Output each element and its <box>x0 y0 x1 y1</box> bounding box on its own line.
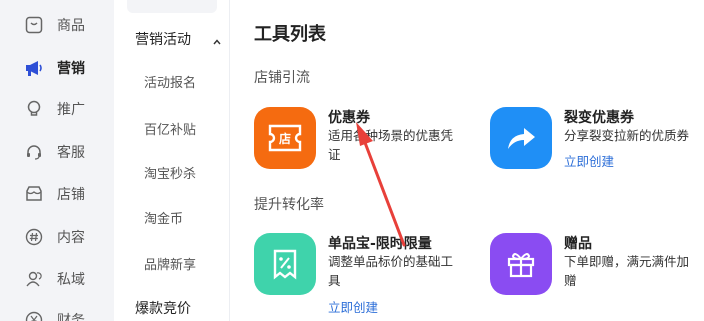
submenu-item-flash-sale[interactable]: 淘宝秒杀 <box>114 163 230 185</box>
nav-item-marketing[interactable]: 营销 <box>0 53 114 83</box>
section-label: 提升转化率 <box>254 197 324 213</box>
tool-name: 裂变优惠券 <box>564 110 634 126</box>
nav-label: 营销 <box>57 61 85 77</box>
submenu-item-activity-signup[interactable]: 活动报名 <box>114 72 230 94</box>
submenu-item-gold-coins[interactable]: 淘金币 <box>114 208 230 230</box>
tool-description: 调整单品标价的基础工具 <box>328 254 454 288</box>
megaphone-icon <box>24 58 44 78</box>
nav-item-shop[interactable]: 店铺 <box>0 179 114 209</box>
submenu-item-subsidy[interactable]: 百亿补贴 <box>114 119 230 141</box>
lightbulb-icon <box>24 99 44 119</box>
submenu-top-stub <box>127 0 217 13</box>
tool-list-panel: 工具列表 店铺引流 店 优惠券 适用各种场景的优惠凭证 裂变优惠券 分享裂变拉新… <box>230 0 704 321</box>
nav-label: 店铺 <box>57 187 85 203</box>
submenu-item-label: 淘金币 <box>144 212 184 227</box>
nav-item-content[interactable]: 内容 <box>0 222 114 252</box>
chevron-up-icon <box>212 32 222 45</box>
headset-icon <box>24 142 44 162</box>
nav-label: 内容 <box>57 230 85 246</box>
create-now-link[interactable]: 立即创建 <box>564 151 614 170</box>
hashtag-icon <box>24 227 44 247</box>
tool-card-gift[interactable]: 赠品 下单即赠，满元满件加赠 <box>490 233 704 313</box>
shop-coupon-icon: 店 <box>254 107 316 169</box>
users-icon <box>24 269 44 289</box>
nav-item-private-domain[interactable]: 私域 <box>0 264 114 294</box>
nav-label: 财务 <box>57 313 85 321</box>
gift-icon <box>490 233 552 295</box>
nav-item-promotion[interactable]: 推广 <box>0 94 114 124</box>
page-title: 工具列表 <box>254 24 326 45</box>
nav-item-products[interactable]: 商品 <box>0 10 114 40</box>
submenu-group-marketing-activities[interactable]: 营销活动 <box>114 29 230 51</box>
submenu-item-label: 百亿补贴 <box>144 123 197 138</box>
tool-description: 下单即赠，满元满件加赠 <box>564 254 690 288</box>
shop-icon <box>24 184 44 204</box>
marketing-submenu: 营销活动 活动报名 百亿补贴 淘宝秒杀 淘金币 品牌新享 爆款竞价 <box>114 0 230 321</box>
tool-card-fission-coupon[interactable]: 裂变优惠券 分享裂变拉新的优质券 立即创建 <box>490 107 704 187</box>
tool-name: 优惠券 <box>328 110 370 126</box>
submenu-item-label: 活动报名 <box>144 76 197 91</box>
box-icon <box>24 15 44 35</box>
nav-label: 客服 <box>57 145 85 161</box>
nav-label: 商品 <box>57 18 85 34</box>
submenu-item-brand-new[interactable]: 品牌新享 <box>114 254 230 276</box>
percent-tag-icon <box>254 233 316 295</box>
nav-item-service[interactable]: 客服 <box>0 137 114 167</box>
tool-name: 单品宝-限时限量 <box>328 236 432 252</box>
tool-card-single-item-discount[interactable]: 单品宝-限时限量 调整单品标价的基础工具 立即创建 <box>254 233 474 316</box>
nav-item-finance[interactable]: 财务 <box>0 305 114 321</box>
submenu-item-label: 淘宝秒杀 <box>144 167 197 182</box>
tool-name: 赠品 <box>564 236 592 252</box>
nav-label: 私域 <box>57 272 85 288</box>
share-arrow-icon <box>490 107 552 169</box>
nav-label: 推广 <box>57 102 85 118</box>
submenu-item-hot-bidding[interactable]: 爆款竞价 <box>135 298 191 318</box>
yen-icon <box>24 310 44 321</box>
tool-card-coupon[interactable]: 店 优惠券 适用各种场景的优惠凭证 <box>254 107 474 187</box>
primary-nav: 商品 营销 推广 客服 店铺 内容 私域 财务 <box>0 0 114 321</box>
submenu-item-label: 品牌新享 <box>144 258 197 273</box>
tool-description: 适用各种场景的优惠凭证 <box>328 128 454 162</box>
coupon-icon-text: 店 <box>279 131 291 146</box>
tool-description: 分享裂变拉新的优质券 <box>564 128 690 143</box>
submenu-group-label: 营销活动 <box>135 32 191 48</box>
section-label: 店铺引流 <box>254 70 310 86</box>
create-now-link[interactable]: 立即创建 <box>328 297 378 316</box>
